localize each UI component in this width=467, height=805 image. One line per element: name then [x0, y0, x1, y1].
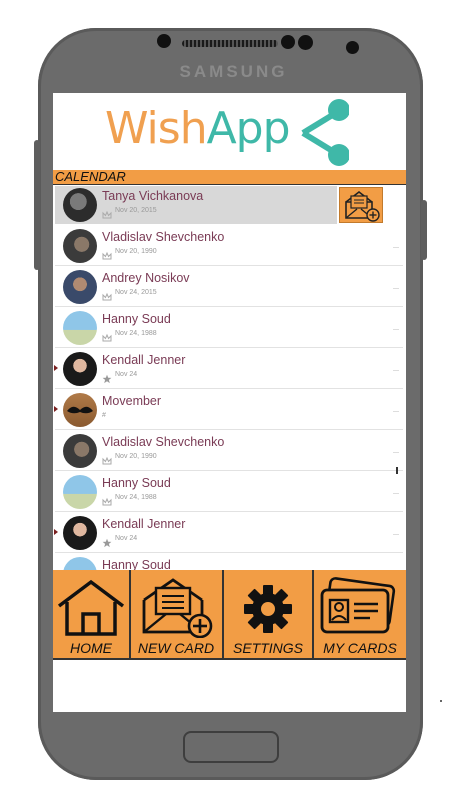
- power-button: [421, 200, 427, 260]
- avatar: [63, 311, 97, 345]
- gear-icon: [244, 585, 292, 633]
- contact-date: #: [102, 412, 106, 419]
- crown-icon: [102, 205, 112, 219]
- logo-wish: Wish: [105, 103, 208, 154]
- row-divider-mark: [393, 288, 399, 289]
- avatar: [63, 188, 97, 222]
- proximity-sensor: [281, 35, 295, 49]
- contact-date: Nov 24, 1988: [115, 494, 157, 501]
- edge-dot: [440, 700, 442, 702]
- tab-my-cards[interactable]: MY CARDS: [314, 570, 406, 658]
- row-divider-mark: [393, 452, 399, 453]
- tab-new-card-label: NEW CARD: [137, 640, 215, 656]
- contact-row[interactable]: Hanny Soud Nov 24, 1988: [55, 309, 403, 348]
- crown-icon: [102, 287, 112, 301]
- edge-tick: [396, 467, 398, 474]
- contact-date: Nov 24: [115, 535, 138, 542]
- cards-icon: [320, 577, 396, 634]
- contact-row[interactable]: Kendall Jenner Nov 24: [54, 514, 403, 553]
- row-divider-mark: [393, 534, 399, 535]
- bottom-tab-bar: HOME NEW CARD SETTINGS MY CARDS: [53, 570, 406, 660]
- contact-row[interactable]: Movember #: [54, 391, 403, 430]
- app-logo: WishApp: [53, 93, 406, 169]
- tab-settings[interactable]: SETTINGS: [224, 570, 314, 658]
- contact-row[interactable]: Tanya Vichkanova Nov 20, 2015: [55, 186, 337, 224]
- contact-name: Kendall Jenner: [102, 517, 186, 531]
- contact-date: Nov 20, 1990: [115, 248, 157, 255]
- share-icon: [301, 99, 349, 166]
- crown-icon: [102, 246, 112, 260]
- calendar-header: CALENDAR: [53, 169, 406, 185]
- contact-name: Vladislav Shevchenko: [102, 230, 225, 244]
- contact-name: Kendall Jenner: [102, 353, 186, 367]
- row-divider-mark: [393, 329, 399, 330]
- logo-text: WishApp: [105, 101, 291, 157]
- tab-home[interactable]: HOME: [53, 570, 131, 658]
- contact-name: Vladislav Shevchenko: [102, 435, 225, 449]
- avatar: [63, 229, 97, 263]
- crown-icon: [102, 492, 112, 506]
- envelope-add-icon: [345, 190, 380, 222]
- avatar: [63, 393, 97, 427]
- avatar: [63, 516, 97, 550]
- crown-icon: [102, 451, 112, 465]
- volume-button: [34, 140, 40, 270]
- star-icon: [102, 533, 112, 548]
- contact-row[interactable]: Hanny Soud Nov 24, 1988: [55, 473, 403, 512]
- app-screen: WishApp CALENDAR Tanya Vichkanova Nov 20,…: [53, 93, 406, 712]
- hardware-home-button[interactable]: [183, 731, 279, 763]
- expand-arrow-icon[interactable]: [54, 529, 58, 535]
- contact-date: Nov 20, 2015: [115, 207, 157, 214]
- expand-arrow-icon[interactable]: [54, 365, 58, 371]
- contact-list[interactable]: Tanya Vichkanova Nov 20, 2015 Vladislav Sh…: [53, 186, 406, 594]
- avatar: [63, 475, 97, 509]
- device-brand: SAMSUNG: [179, 62, 288, 81]
- tab-home-label: HOME: [70, 640, 112, 656]
- tab-new-card[interactable]: NEW CARD: [130, 570, 224, 658]
- logo-app: App: [206, 103, 291, 154]
- star-icon: [102, 369, 112, 384]
- avatar: [63, 352, 97, 386]
- contact-name: Tanya Vichkanova: [102, 189, 204, 203]
- row-divider-mark: [393, 370, 399, 371]
- avatar: [63, 270, 97, 304]
- contact-row[interactable]: Vladislav Shevchenko Nov 20, 1990: [55, 227, 403, 266]
- front-sensor: [157, 34, 171, 48]
- contact-row[interactable]: Andrey Nosikov Nov 24, 2015: [55, 268, 403, 307]
- light-sensor: [298, 35, 313, 50]
- contact-row[interactable]: Kendall Jenner Nov 24: [54, 350, 403, 389]
- contact-date: Nov 20, 1990: [115, 453, 157, 460]
- row-divider-mark: [393, 411, 399, 412]
- contact-name: Movember: [102, 394, 162, 408]
- contact-name: Hanny Soud: [102, 312, 171, 326]
- contact-date: Nov 24: [115, 371, 138, 378]
- crown-icon: [102, 328, 112, 342]
- mustache-icon: [67, 406, 93, 414]
- contact-date: Nov 24, 2015: [115, 289, 157, 296]
- new-card-icon: [142, 578, 213, 638]
- tab-my-cards-label: MY CARDS: [323, 640, 397, 656]
- contact-date: Nov 24, 1988: [115, 330, 157, 337]
- contact-name: Hanny Soud: [102, 476, 171, 490]
- row-divider-mark: [393, 247, 399, 248]
- front-camera: [346, 41, 359, 54]
- expand-arrow-icon[interactable]: [54, 406, 58, 412]
- row-divider-mark: [393, 493, 399, 494]
- send-card-button[interactable]: [339, 187, 383, 223]
- avatar: [63, 434, 97, 468]
- calendar-label: CALENDAR: [55, 169, 126, 184]
- house-icon: [57, 579, 125, 636]
- contact-name: Andrey Nosikov: [102, 271, 190, 285]
- earpiece-speaker: [182, 40, 278, 47]
- tab-settings-label: SETTINGS: [232, 640, 303, 656]
- contact-row[interactable]: Vladislav Shevchenko Nov 20, 1990: [55, 432, 403, 471]
